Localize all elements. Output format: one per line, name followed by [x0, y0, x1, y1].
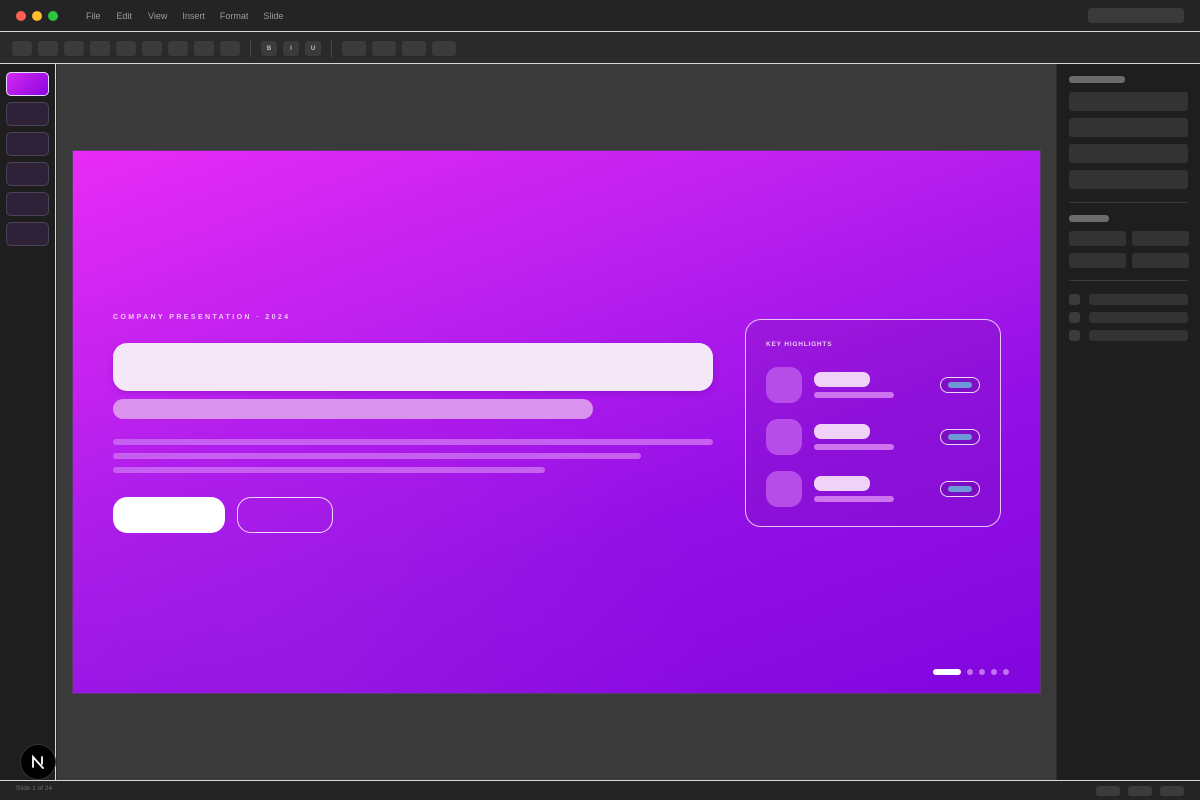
pagination-dot[interactable]: [991, 669, 997, 675]
inspector-checkbox[interactable]: [1069, 330, 1080, 341]
search-field[interactable]: [1088, 8, 1184, 23]
inspector-field[interactable]: [1069, 170, 1188, 189]
status-button[interactable]: [1160, 786, 1184, 796]
badge-fill: [948, 434, 972, 440]
slide-subtitle-placeholder[interactable]: [113, 399, 593, 419]
slide-thumbnail-4[interactable]: [6, 162, 49, 186]
pagination-dot[interactable]: [967, 669, 973, 675]
inspector-panel: [1057, 64, 1200, 781]
title-bar: File Edit View Insert Format Slide: [0, 0, 1200, 32]
minimize-window-button[interactable]: [32, 11, 42, 21]
highlight-badge[interactable]: [940, 377, 980, 393]
badge-fill: [948, 382, 972, 388]
menu-file[interactable]: File: [86, 11, 101, 21]
n-logo-glyph: [32, 754, 44, 769]
toolbar-button[interactable]: [220, 41, 240, 56]
inspector-field[interactable]: [1069, 231, 1126, 246]
toolbar-button[interactable]: [142, 41, 162, 56]
primary-cta-button[interactable]: [113, 497, 225, 533]
menu-edit[interactable]: Edit: [117, 11, 133, 21]
close-window-button[interactable]: [16, 11, 26, 21]
inspector-field[interactable]: [1132, 253, 1189, 268]
highlight-title: [814, 424, 870, 439]
inspector-field[interactable]: [1069, 92, 1188, 111]
pagination-dot-active[interactable]: [933, 669, 961, 675]
n-logo-icon[interactable]: [20, 744, 56, 780]
status-button[interactable]: [1128, 786, 1152, 796]
inspector-checkbox[interactable]: [1069, 294, 1080, 305]
toolbar-button[interactable]: [402, 41, 426, 56]
inspector-option: [1089, 312, 1188, 323]
menu-slide[interactable]: Slide: [263, 11, 283, 21]
highlights-card: KEY HIGHLIGHTS: [745, 319, 1001, 527]
inspector-option: [1089, 330, 1188, 341]
inspector-checkbox[interactable]: [1069, 312, 1080, 323]
menu-insert[interactable]: Insert: [182, 11, 205, 21]
inspector-section-heading: [1069, 76, 1125, 83]
menu-bar: File Edit View Insert Format Slide: [86, 0, 283, 32]
highlight-icon: [766, 419, 802, 455]
highlight-subtitle: [814, 392, 894, 398]
slide-kicker: COMPANY PRESENTATION · 2024: [113, 314, 291, 321]
menu-view[interactable]: View: [148, 11, 167, 21]
highlight-badge[interactable]: [940, 481, 980, 497]
slide-canvas[interactable]: COMPANY PRESENTATION · 2024 KEY HIGHLIGH…: [72, 150, 1041, 694]
highlight-subtitle: [814, 444, 894, 450]
inspector-field[interactable]: [1069, 144, 1188, 163]
toolbar-button[interactable]: [12, 41, 32, 56]
highlight-subtitle: [814, 496, 894, 502]
inspector-section-heading: [1069, 215, 1109, 222]
slide-thumbnails-panel: [0, 64, 56, 781]
toolbar-divider: [331, 40, 332, 57]
slide-thumbnail-2[interactable]: [6, 102, 49, 126]
bold-button[interactable]: B: [261, 41, 277, 56]
body-text-line: [113, 439, 713, 445]
highlight-row: [746, 419, 1002, 457]
highlight-icon: [766, 367, 802, 403]
underline-button[interactable]: U: [305, 41, 321, 56]
badge-fill: [948, 486, 972, 492]
pagination-dot[interactable]: [1003, 669, 1009, 675]
toolbar: B I U: [0, 33, 1200, 64]
highlights-title: KEY HIGHLIGHTS: [766, 341, 833, 348]
toolbar-button[interactable]: [342, 41, 366, 56]
toolbar-divider: [250, 40, 251, 57]
status-button[interactable]: [1096, 786, 1120, 796]
pagination-dot[interactable]: [979, 669, 985, 675]
toolbar-button[interactable]: [90, 41, 110, 56]
slide-counter: Slide 1 of 24: [16, 785, 53, 792]
toolbar-button[interactable]: [38, 41, 58, 56]
toolbar-button[interactable]: [64, 41, 84, 56]
slide-thumbnail-1[interactable]: [6, 72, 49, 96]
highlight-row: [746, 471, 1002, 509]
highlight-icon: [766, 471, 802, 507]
body-text-line: [113, 453, 641, 459]
toolbar-button[interactable]: [168, 41, 188, 56]
highlight-badge[interactable]: [940, 429, 980, 445]
maximize-window-button[interactable]: [48, 11, 58, 21]
highlight-title: [814, 372, 870, 387]
body-text-line: [113, 467, 545, 473]
inspector-divider: [1069, 280, 1188, 281]
inspector-divider: [1069, 202, 1188, 203]
slide-thumbnail-6[interactable]: [6, 222, 49, 246]
toolbar-button[interactable]: [372, 41, 396, 56]
slide-thumbnail-3[interactable]: [6, 132, 49, 156]
slide-thumbnail-5[interactable]: [6, 192, 49, 216]
toolbar-button[interactable]: [432, 41, 456, 56]
secondary-cta-button[interactable]: [237, 497, 333, 533]
toolbar-button[interactable]: [116, 41, 136, 56]
inspector-field[interactable]: [1132, 231, 1189, 246]
status-bar: Slide 1 of 24: [0, 780, 1200, 800]
menu-format[interactable]: Format: [220, 11, 249, 21]
italic-button[interactable]: I: [283, 41, 299, 56]
highlight-title: [814, 476, 870, 491]
inspector-field[interactable]: [1069, 118, 1188, 137]
highlight-row: [746, 367, 1002, 405]
slide-canvas-area: COMPANY PRESENTATION · 2024 KEY HIGHLIGH…: [57, 64, 1056, 781]
inspector-field[interactable]: [1069, 253, 1126, 268]
toolbar-button[interactable]: [194, 41, 214, 56]
inspector-option: [1089, 294, 1188, 305]
slide-title-placeholder[interactable]: [113, 343, 713, 391]
